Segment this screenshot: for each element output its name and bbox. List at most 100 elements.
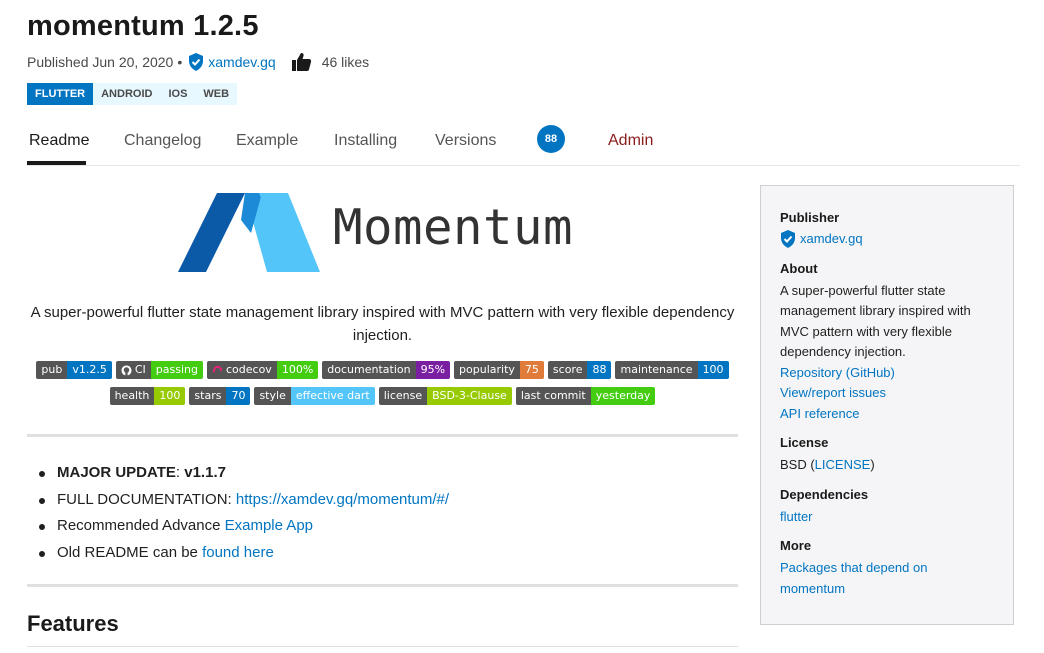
tab-installing[interactable]: Installing <box>334 132 397 150</box>
tag-android[interactable]: ANDROID <box>93 83 161 105</box>
verified-publisher-icon <box>780 230 796 249</box>
example-label: Recommended Advance <box>57 517 225 534</box>
list-item: FULL DOCUMENTATION: https://xamdev.gq/mo… <box>38 487 449 514</box>
old-readme-label: Old README can be <box>57 543 203 561</box>
published-date: Published Jun 20, 2020 <box>27 54 174 70</box>
github-icon <box>121 364 132 376</box>
list-item: Recommended Advance Example App <box>38 513 449 540</box>
badge-pub[interactable]: pub v1.2.5 <box>36 361 112 379</box>
badge-value: 100 <box>697 361 729 379</box>
section-divider <box>27 434 738 437</box>
badge-style[interactable]: style effective dart <box>254 387 375 405</box>
package-meta: Published Jun 20, 2020 • xamdev.gq 46 li… <box>27 52 369 72</box>
api-reference-link[interactable]: API reference <box>780 404 994 425</box>
readme-bullet-list: MAJOR UPDATE: v1.1.7 FULL DOCUMENTATION:… <box>38 460 449 567</box>
features-heading: Features <box>27 611 119 636</box>
badge-value: 88 <box>587 361 612 379</box>
active-tab-indicator <box>27 161 86 165</box>
example-app-link[interactable]: Example App <box>225 517 313 534</box>
badge-value: yesterday <box>590 387 656 405</box>
codecov-icon <box>212 365 223 376</box>
tab-example[interactable]: Example <box>236 132 298 150</box>
sidebar-about-text: A super-powerful flutter state managemen… <box>780 282 971 360</box>
badge-value: effective dart <box>290 387 375 405</box>
tab-versions[interactable]: Versions <box>435 132 496 150</box>
license-prefix: BSD ( <box>780 457 815 472</box>
sidebar-about-heading: About <box>780 260 818 276</box>
badge-value: 75 <box>519 361 544 379</box>
docs-label: FULL DOCUMENTATION: <box>57 490 236 508</box>
badge-label: documentation <box>322 361 416 379</box>
repository-link[interactable]: Repository (GitHub) <box>780 363 994 384</box>
badge-label: health <box>109 387 155 405</box>
list-item: Old README can be found here <box>38 540 449 567</box>
package-title: momentum 1.2.5 <box>27 10 259 42</box>
badge-documentation[interactable]: documentation 95% <box>322 361 451 379</box>
license-suffix: ) <box>870 457 875 472</box>
issues-link[interactable]: View/report issues <box>780 383 994 404</box>
badge-popularity[interactable]: popularity 75 <box>454 361 544 379</box>
old-readme-link[interactable]: found here <box>202 544 274 561</box>
features-underline <box>27 646 738 647</box>
package-sidebar: Publisher xamdev.gq About A super-powerf… <box>760 185 1014 625</box>
meta-separator: • <box>177 54 183 70</box>
badge-score[interactable]: score 88 <box>547 361 612 379</box>
sidebar-license-heading: License <box>780 435 829 450</box>
badge-label: CI <box>134 363 146 376</box>
badge-label: stars <box>189 387 227 405</box>
dependents-link[interactable]: Packages that depend on momentum <box>780 558 994 599</box>
section-divider <box>27 584 738 587</box>
badge-stars[interactable]: stars 70 <box>189 387 251 405</box>
badge-value: 100 <box>154 387 186 405</box>
badge-label: style <box>254 387 291 405</box>
license-link[interactable]: LICENSE <box>815 457 871 472</box>
badge-label: license <box>378 387 428 405</box>
badge-value: passing <box>150 361 203 379</box>
sidebar-more-heading: More <box>780 538 812 553</box>
badge-label: popularity <box>454 361 520 379</box>
badge-last-commit[interactable]: last commit yesterday <box>515 387 656 405</box>
like-thumb-icon[interactable] <box>291 52 312 72</box>
major-update-colon: : <box>175 464 185 481</box>
tag-flutter[interactable]: FLUTTER <box>27 83 94 105</box>
license-line: BSD (LICENSE) <box>780 455 994 476</box>
badge-maintenance[interactable]: maintenance 100 <box>615 361 729 379</box>
tab-readme[interactable]: Readme <box>29 132 89 150</box>
badge-license[interactable]: license BSD-3-Clause <box>378 387 512 405</box>
logo-wordmark: Momentum <box>333 199 574 256</box>
tab-score-badge[interactable]: 88 <box>537 125 565 153</box>
badge-label: last commit <box>515 387 591 405</box>
dependency-flutter-link[interactable]: flutter <box>780 507 994 528</box>
badge-label: score <box>547 361 588 379</box>
major-update-version: v1.1.7 <box>184 464 226 481</box>
sidebar-dependencies-heading: Dependencies <box>780 486 869 502</box>
badge-label: codecov <box>226 363 272 376</box>
verified-publisher-icon <box>188 53 204 71</box>
badges-row-2: health 100 stars 70 style effective dart li… <box>27 387 738 405</box>
list-item: MAJOR UPDATE: v1.1.7 <box>38 460 449 487</box>
sidebar-publisher-heading: Publisher <box>780 210 840 225</box>
badge-codecov[interactable]: codecov 100% <box>207 361 319 379</box>
badge-value: BSD-3-Clause <box>427 387 512 405</box>
publisher-link[interactable]: xamdev.gq <box>208 54 275 70</box>
badge-ci[interactable]: CI passing <box>115 361 203 379</box>
sidebar-publisher-link[interactable]: xamdev.gq <box>800 229 863 250</box>
platform-tags: FLUTTER ANDROID IOS WEB <box>27 83 238 105</box>
badge-label: maintenance <box>615 361 698 379</box>
badge-label: pub <box>36 361 68 379</box>
major-update-label: MAJOR UPDATE <box>57 464 176 481</box>
badges-row-1: pub v1.2.5 CI passing codecov 100% document… <box>27 361 738 379</box>
badge-health[interactable]: health 100 <box>109 387 186 405</box>
badge-value: 100% <box>276 361 319 379</box>
tag-web[interactable]: WEB <box>195 83 238 105</box>
tab-changelog[interactable]: Changelog <box>124 132 201 150</box>
badge-value: 95% <box>415 361 451 379</box>
docs-link[interactable]: https://xamdev.gq/momentum/#/ <box>236 491 449 508</box>
tab-bar: Readme Changelog Example Installing Vers… <box>27 118 1020 166</box>
likes-count: 46 likes <box>321 54 370 70</box>
tag-ios[interactable]: IOS <box>160 83 196 105</box>
tab-admin[interactable]: Admin <box>608 132 653 150</box>
package-description: A super-powerful flutter state managemen… <box>30 304 735 344</box>
badge-value: 70 <box>226 387 251 405</box>
badge-value: v1.2.5 <box>67 361 112 379</box>
